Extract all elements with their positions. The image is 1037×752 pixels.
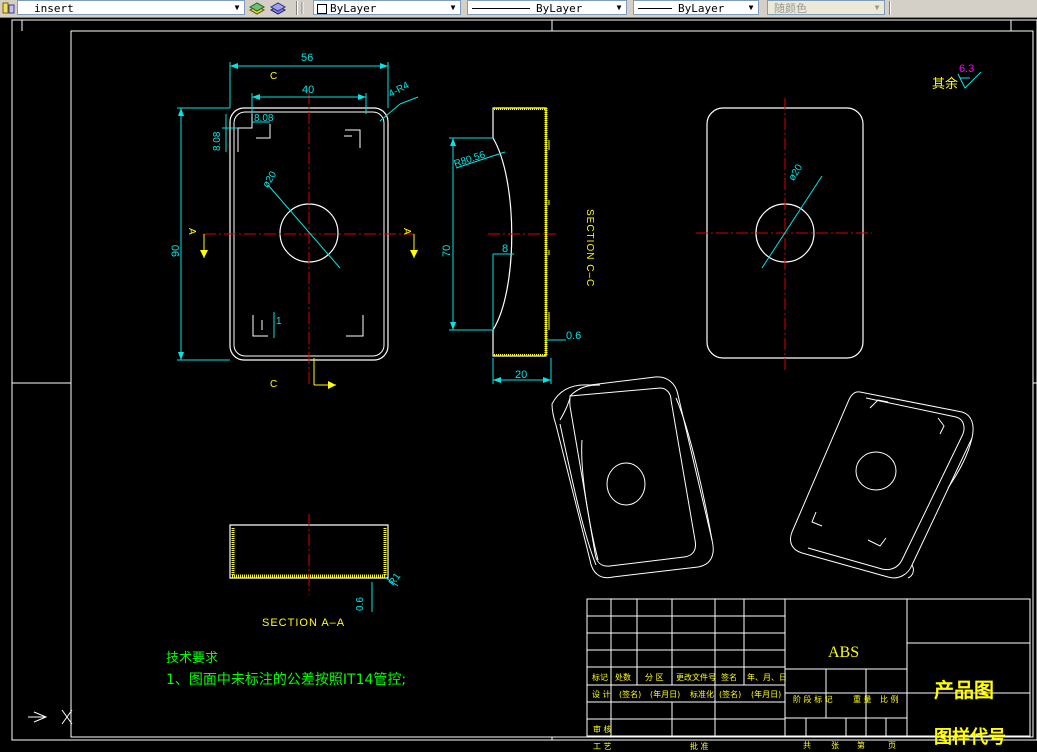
tb-scale: 比 例 [880, 695, 899, 704]
label-view-a-right: A [401, 228, 412, 235]
drawing-canvas[interactable]: 56 40 4-R4 8.08 8.08 90 ø20 1 R80.56 70 … [0, 17, 1037, 751]
tb-page-label: 页 [888, 741, 896, 750]
dim-06-side: 0.6 [566, 330, 582, 342]
tb-sheet-no-label: 第 [857, 741, 865, 750]
color-dropdown[interactable]: ByLayer ▼ [313, 0, 461, 15]
back-view [696, 98, 872, 372]
dim-808-vertical: 8.08 [212, 131, 223, 151]
lineweight-dropdown[interactable]: ByLayer ▼ [633, 0, 759, 15]
dim-8: 8 [502, 243, 509, 255]
side-section-view [488, 107, 556, 357]
dim-808-horizontal: 8.08 [254, 113, 274, 124]
tb-weight: 重 量 [853, 695, 872, 704]
lineweight-dropdown-value: ByLayer [678, 2, 725, 15]
roughness-symbol-icon [957, 72, 982, 89]
tb-review-label: 审 核 [593, 725, 612, 734]
dim-1: 1 [276, 316, 282, 327]
layer-previous-icon[interactable] [270, 1, 286, 15]
front-view [200, 92, 418, 389]
chevron-down-icon: ▼ [874, 3, 880, 12]
tb-process-label: 工 艺 [593, 742, 612, 751]
linetype-dropdown[interactable]: ByLayer ▼ [467, 0, 627, 15]
toolbar-separator [889, 1, 891, 15]
chevron-down-icon: ▼ [234, 3, 240, 12]
tech-notes-heading: 技术要求 [166, 651, 219, 666]
label-section-cc: SECTION C–C [584, 209, 595, 288]
dim-height-70: 70 [441, 244, 453, 257]
side-view-arrowheads [450, 138, 551, 383]
tb-sheets-total-label: 共 [803, 741, 811, 750]
label-view-a-left: A [186, 228, 197, 235]
linetype-dropdown-value: ByLayer [536, 2, 583, 15]
tb-header-mark: 标记 [592, 673, 608, 682]
title-drawing-code: 图样代号 [934, 727, 1006, 748]
plotstyle-dropdown-value: 随颜色 [774, 2, 807, 15]
color-swatch-icon [317, 4, 327, 14]
section-aa-view [229, 514, 399, 612]
label-view-c-bottom: C [270, 379, 278, 390]
tb-sheets-unit-label: 张 [831, 741, 839, 750]
dim-width-20: 20 [515, 369, 528, 381]
tb-standard-date: (年月日) [751, 690, 782, 699]
tb-header-date: 年、月、日 [747, 673, 787, 682]
layer-state-icon[interactable] [1, 1, 17, 15]
dim-height-90: 90 [170, 244, 182, 257]
label-section-aa: SECTION A–A [262, 617, 346, 629]
chevron-down-icon: ▼ [748, 3, 754, 12]
line-sample-icon [472, 8, 530, 9]
layer-dropdown[interactable]: insert ▼ [17, 0, 245, 15]
dim-width-40: 40 [302, 84, 315, 96]
iso-view-right [789, 391, 974, 579]
side-view-dimensions [449, 137, 566, 384]
tb-design-sign: (签名) [619, 690, 642, 699]
line-sample-icon [638, 8, 672, 9]
tb-approve-label: 批 准 [690, 742, 709, 751]
title-block [586, 598, 1031, 737]
tb-design-label: 设 计 [592, 690, 611, 699]
plotstyle-dropdown[interactable]: 随颜色 ▼ [767, 0, 885, 15]
tb-header-sign: 签名 [721, 673, 737, 682]
ucs-icon [28, 709, 73, 725]
title-material: ABS [828, 644, 860, 661]
tb-header-count: 处数 [615, 673, 631, 682]
tb-header-change-doc: 更改文件号 [676, 673, 716, 682]
tech-notes-line1: 1、图面中未标注的公差按照IT14管控; [166, 672, 407, 688]
roughness-label: 其余 [932, 77, 959, 92]
dim-width-56: 56 [301, 52, 314, 64]
properties-toolbar: insert ▼ ByLayer ▼ ByLayer ▼ ByLayer ▼ 随… [0, 0, 1037, 18]
chevron-down-icon: ▼ [450, 3, 456, 12]
tb-standard-label: 标准化 [690, 690, 714, 699]
chevron-down-icon: ▼ [616, 3, 622, 12]
front-view-dimensions [177, 62, 419, 361]
toolbar-separator [296, 1, 298, 15]
tb-header-zone: 分 区 [645, 673, 664, 682]
tb-design-date: (年月日) [650, 690, 681, 699]
layer-dropdown-value: insert [34, 2, 74, 15]
label-view-c-top: C [270, 71, 278, 82]
tb-stage-mark: 阶 段 标 记 [793, 695, 833, 704]
color-dropdown-value: ByLayer [330, 2, 377, 15]
tb-standard-sign: (签名) [719, 690, 742, 699]
make-current-layer-icon[interactable] [249, 1, 265, 15]
dim-06-section: 0.6 [355, 597, 366, 611]
iso-view-left [551, 376, 714, 579]
title-product: 产品图 [934, 678, 994, 702]
